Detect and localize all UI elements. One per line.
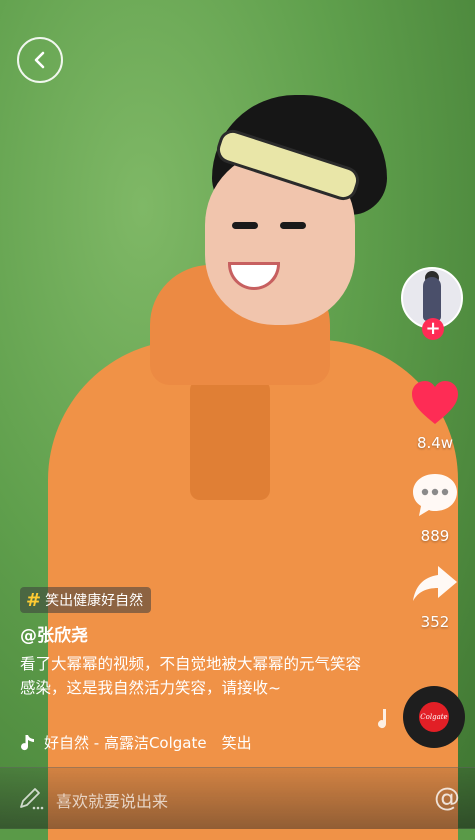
hashtag-icon: # — [26, 589, 42, 611]
music-text: 好自然 - 高露洁Colgate 笑出 — [44, 734, 252, 752]
author-username[interactable]: @张欣尧 — [20, 621, 88, 646]
follow-plus-icon[interactable]: + — [422, 318, 444, 340]
music-note-icon — [21, 734, 34, 750]
music-disc[interactable]: Colgate — [403, 686, 465, 748]
pencil-icon — [20, 788, 44, 810]
share-button[interactable]: 352 — [404, 563, 466, 631]
comment-input[interactable]: 喜欢就要说出来 — [56, 788, 168, 812]
share-count: 352 — [420, 613, 450, 631]
comment-bar[interactable]: 喜欢就要说出来 @ — [0, 767, 475, 829]
comment-button[interactable]: 889 — [404, 471, 466, 545]
video-description: 看了大幂幂的视频，不自觉地被大幂幂的元气笑容感染，这是我自然活力笑容，请接收~ — [20, 655, 362, 697]
chevron-left-icon — [34, 51, 45, 69]
music-marquee[interactable]: 好自然 - 高露洁Colgate 笑出 — [20, 732, 265, 753]
person-eye-left — [232, 222, 258, 229]
author-avatar[interactable]: + — [401, 267, 463, 340]
share-arrow-icon — [413, 566, 457, 601]
comment-count: 889 — [420, 527, 450, 545]
speech-bubble-icon — [413, 474, 457, 516]
heart-icon — [412, 381, 458, 424]
like-count: 8.4w — [416, 434, 454, 452]
person-eye-right — [280, 222, 306, 229]
floating-notes-icon — [378, 709, 387, 729]
mention-button[interactable]: @ — [434, 783, 460, 813]
hashtag-text: 笑出健康好自然 — [45, 593, 144, 609]
disc-label: Colgate — [419, 702, 449, 732]
back-button[interactable] — [17, 37, 63, 83]
jacket-pocket — [190, 380, 270, 500]
hashtag-badge[interactable]: # 笑出健康好自然 — [20, 587, 152, 613]
like-button[interactable]: 8.4w — [404, 380, 466, 452]
